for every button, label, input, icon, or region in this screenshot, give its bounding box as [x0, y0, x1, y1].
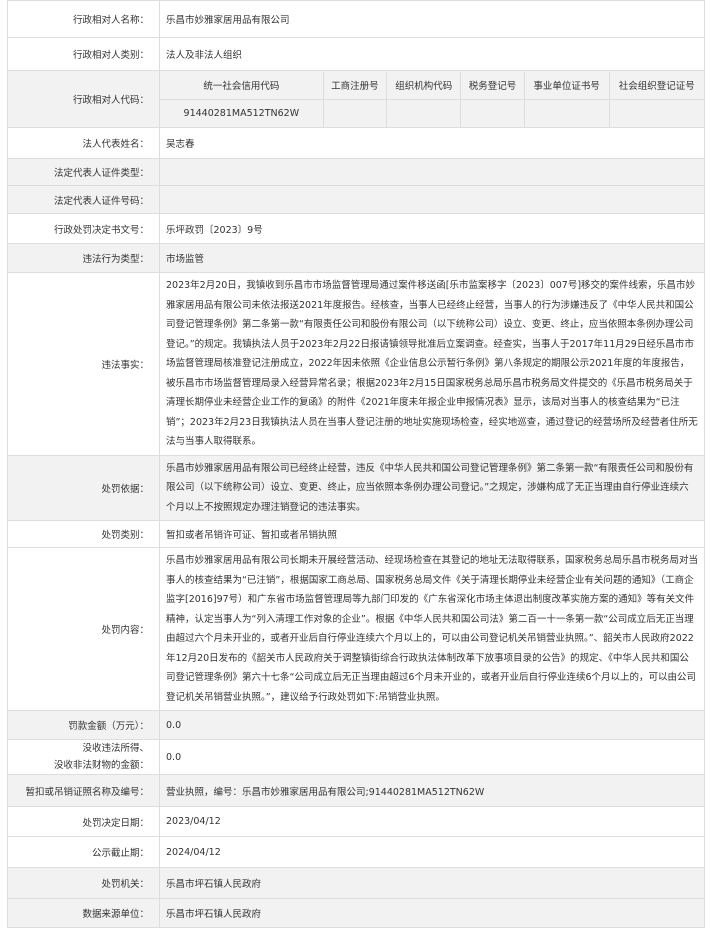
code-value: [523, 98, 610, 127]
penalty-type-value: 暂扣或者吊销许可证、暂扣或者吊销执照: [159, 520, 705, 548]
code-header: 税务登记号: [460, 71, 525, 100]
confiscation-label-line1: 没收违法所得、: [82, 743, 149, 754]
content-label: 处罚内容：: [7, 547, 160, 711]
category-label: 行政相对人类别：: [7, 37, 160, 71]
legal-rep-label: 法人代表姓名：: [7, 127, 160, 159]
decision-date-label: 处罚决定日期：: [7, 806, 160, 837]
code-value: 91440281MA512TN62W: [160, 98, 324, 127]
fine-label: 罚款金额（万元）：: [7, 710, 160, 740]
legal-rep-value: 吴志春: [159, 127, 705, 159]
code-label: 行政相对人代码：: [7, 70, 160, 128]
confiscation-value: 0.0: [159, 739, 705, 775]
authority-value: 乐昌市坪石镇人民政府: [159, 867, 705, 899]
code-header: 组织机构代码: [386, 71, 462, 100]
source-label: 数据来源单位：: [7, 898, 160, 928]
code-header: 工商注册号: [322, 71, 388, 100]
confiscation-label-line2: 没收非法财物的金额：: [53, 760, 149, 771]
code-header: 事业单位证书号: [523, 71, 610, 100]
code-value: [460, 98, 525, 127]
confiscation-label: 没收违法所得、没收非法财物的金额：: [7, 739, 160, 775]
fine-value: 0.0: [159, 710, 705, 740]
decision-date-value: 2023/04/12: [159, 806, 705, 837]
id-number-value: [159, 185, 705, 214]
id-type-value: [159, 158, 705, 186]
source-value: 乐昌市坪石镇人民政府: [159, 898, 705, 928]
name-value: 乐昌市妙雅家居用品有限公司: [159, 0, 705, 38]
basis-label: 处罚依据：: [7, 454, 160, 521]
doc-no-value: 乐坪政罚〔2023〕9号: [159, 213, 705, 244]
code-header: 统一社会信用代码: [160, 71, 324, 100]
violation-type-label: 违法行为类型：: [7, 243, 160, 273]
code-header: 社会组织登记证号: [608, 71, 704, 100]
content-value: 乐昌市妙雅家居用品有限公司长期未开展经营活动、经现场检查在其登记的地址无法取得联…: [159, 547, 705, 711]
basis-value: 乐昌市妙雅家居用品有限公司已经终止经营，违反《中华人民共和国公司登记管理条例》第…: [159, 454, 705, 521]
authority-label: 处罚机关：: [7, 867, 160, 899]
publicity-end-label: 公示截止期：: [7, 836, 160, 868]
license-value: 营业执照，编号：乐昌市妙雅家居用品有限公司;91440281MA512TN62W: [159, 774, 705, 807]
facts-label: 违法事实：: [7, 272, 160, 456]
id-type-label: 法定代表人证件类型：: [7, 158, 160, 186]
license-label: 暂扣或吊销证照名称及编号：: [7, 774, 160, 807]
violation-type-value: 市场监管: [159, 243, 705, 273]
code-value: [386, 98, 462, 127]
doc-no-label: 行政处罚决定书文号：: [7, 213, 160, 244]
code-table: 统一社会信用代码 工商注册号 组织机构代码 税务登记号 事业单位证书号 社会组织登记证号 …: [160, 71, 704, 127]
publicity-end-value: 2024/04/12: [159, 836, 705, 868]
id-number-label: 法定代表人证件号码：: [7, 185, 160, 214]
code-value: [322, 98, 388, 127]
code-value: [608, 98, 704, 127]
penalty-type-label: 处罚类别：: [7, 520, 160, 548]
category-value: 法人及非法人组织: [159, 37, 705, 71]
name-label: 行政相对人名称：: [7, 0, 160, 38]
penalty-detail-table: 行政相对人名称： 乐昌市妙雅家居用品有限公司 行政相对人类别： 法人及非法人组织 行…: [7, 0, 705, 928]
facts-value: 2023年2月20日，我镇收到乐昌市市场监督管理局通过案件移送函[乐市监案移字〔…: [159, 272, 705, 456]
